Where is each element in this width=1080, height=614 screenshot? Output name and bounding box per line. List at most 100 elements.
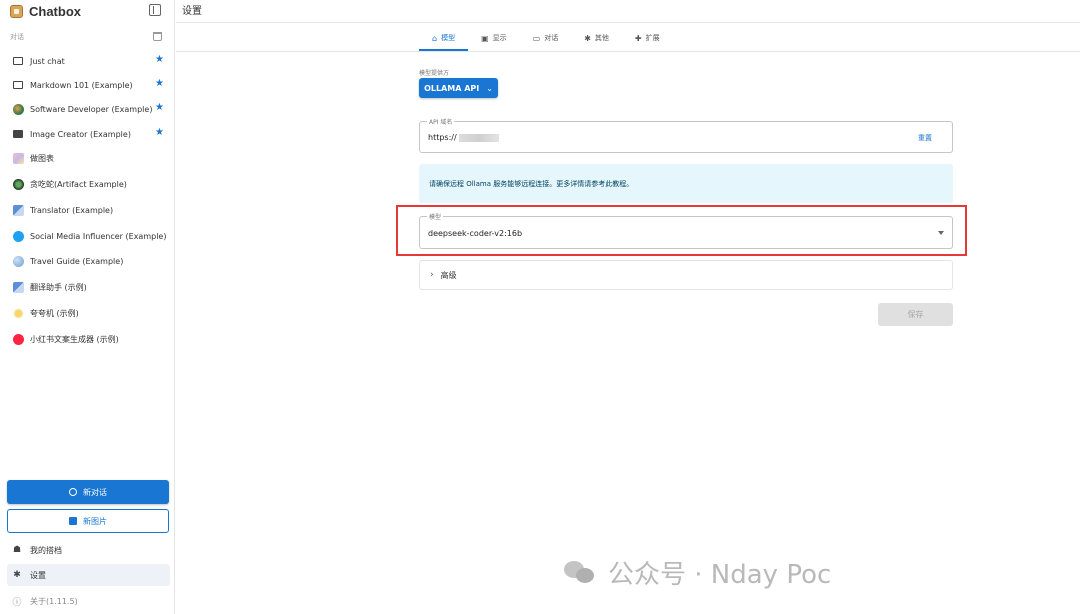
red-highlight-box (396, 205, 967, 256)
provider-label: 模型提供方 (419, 70, 450, 77)
chat-icon: ▭ (532, 33, 541, 43)
session-item[interactable]: Software Developer (Example) ★ (7, 98, 170, 120)
info-text: 请确保远程 Ollama 服务能够远程连接。更多详情请参考此教程。 (429, 180, 634, 188)
watermark-text: 公众号 · Nday Poc (608, 559, 832, 590)
twitter-avatar-icon (12, 230, 24, 242)
tab-model[interactable]: ⌂ 模型 (419, 25, 469, 51)
app-name: Chatbox (29, 3, 81, 19)
snake-avatar-icon (12, 178, 24, 190)
settings-label: 设置 (30, 570, 46, 580)
chat-bubble-icon (12, 79, 24, 91)
advanced-section[interactable]: › 高级 (419, 260, 953, 290)
session-label: 贪吃蛇(Artifact Example) (30, 179, 127, 189)
tab-label: 模型 (441, 34, 456, 42)
praise-avatar-icon (12, 307, 24, 319)
session-label: 翻译助手 (示例) (30, 282, 87, 292)
translator-avatar-icon (12, 281, 24, 293)
model-icon: ⌂ (432, 33, 438, 43)
settings-item[interactable]: ✱ 设置 (7, 564, 170, 586)
star-icon[interactable]: ★ (155, 128, 164, 138)
session-label: Social Media Influencer (Example) (30, 231, 167, 241)
tab-label: 对话 (544, 34, 559, 42)
wechat-icon (564, 559, 596, 585)
gear-icon: ✱ (584, 33, 591, 43)
session-label: Translator (Example) (30, 205, 114, 215)
tab-extension[interactable]: ✚ 扩展 (622, 25, 673, 51)
sidebar: Chatbox 对话 Just chat ★ Markdown 101 (Exa… (0, 0, 175, 614)
my-copilots-item[interactable]: ☗ 我的搭档 (7, 539, 170, 561)
trash-icon[interactable] (153, 32, 162, 41)
provider-value: OLLAMA API (424, 83, 480, 93)
tab-display[interactable]: ▣ 显示 (468, 25, 520, 51)
session-item[interactable]: Social Media Influencer (Example) (7, 225, 170, 247)
about-label: 关于(1.11.5) (30, 596, 78, 606)
sessions-section-label: 对话 (10, 33, 24, 41)
settings-tabs: ⌂ 模型 ▣ 显示 ▭ 对话 ✱ 其他 ✚ 扩展 (419, 25, 673, 51)
new-image-button[interactable]: 新图片 (7, 509, 169, 533)
api-host-input[interactable]: https:// (428, 133, 499, 142)
api-host-value: https:// (428, 133, 457, 142)
session-label: Markdown 101 (Example) (30, 80, 133, 90)
plus-circle-icon (69, 488, 77, 496)
session-item[interactable]: Travel Guide (Example) (7, 250, 170, 272)
page-title: 设置 (182, 6, 202, 17)
tabs-divider (176, 51, 1080, 52)
session-item[interactable]: Image Creator (Example) ★ (7, 123, 170, 145)
display-icon: ▣ (481, 33, 489, 43)
header-divider (176, 22, 1080, 23)
image-add-icon (69, 517, 77, 525)
api-host-field[interactable]: API 域名 https:// 重置 (419, 117, 953, 153)
star-icon[interactable]: ★ (155, 79, 164, 89)
session-label: 做图表 (30, 153, 54, 163)
new-chat-label: 新对话 (83, 487, 107, 497)
session-item[interactable]: Translator (Example) (7, 199, 170, 221)
session-label: Just chat (30, 56, 65, 66)
developer-avatar-icon (12, 103, 24, 115)
brand: Chatbox (10, 3, 81, 19)
tab-other[interactable]: ✱ 其他 (571, 25, 622, 51)
chevron-right-icon: › (430, 270, 434, 280)
session-item[interactable]: 翻译助手 (示例) (7, 276, 170, 298)
chatbox-logo-icon (10, 4, 23, 18)
star-icon[interactable]: ★ (155, 55, 164, 65)
collapse-sidebar-icon[interactable] (149, 4, 161, 16)
about-item[interactable]: ⓘ 关于(1.11.5) (7, 590, 170, 612)
copilot-icon: ☗ (12, 545, 22, 555)
tab-label: 扩展 (645, 34, 660, 42)
session-item[interactable]: 夸夸机 (示例) (7, 302, 170, 324)
provider-select-button[interactable]: OLLAMA API ⌄ (419, 78, 498, 98)
info-alert: 请确保远程 Ollama 服务能够远程连接。更多详情请参考此教程。 (419, 164, 953, 203)
redacted-blur (458, 133, 499, 142)
session-item[interactable]: 做图表 (7, 147, 170, 169)
puzzle-icon: ✚ (634, 33, 642, 43)
session-label: 夸夸机 (示例) (30, 308, 79, 318)
star-icon[interactable]: ★ (155, 103, 164, 113)
session-item[interactable]: 贪吃蛇(Artifact Example) (7, 173, 170, 195)
translator-avatar-icon (12, 204, 24, 216)
session-label: Software Developer (Example) (30, 104, 153, 114)
new-image-label: 新图片 (83, 516, 107, 526)
session-label: Image Creator (Example) (30, 129, 131, 139)
session-item[interactable]: 小红书文案生成器 (示例) (7, 328, 170, 350)
session-label: 小红书文案生成器 (示例) (30, 334, 119, 344)
reset-button[interactable]: 重置 (918, 133, 932, 143)
tab-label: 其他 (594, 34, 609, 42)
chevron-down-icon: ⌄ (486, 83, 493, 93)
settings-panel: 设置 ⌂ 模型 ▣ 显示 ▭ 对话 ✱ 其他 ✚ 扩展 模型提供方 OLLAMA… (176, 0, 1080, 614)
globe-avatar-icon (12, 255, 24, 267)
info-icon: ⓘ (12, 597, 22, 608)
session-label: Travel Guide (Example) (30, 256, 124, 266)
api-host-label: API 域名 (427, 117, 455, 126)
session-item[interactable]: Just chat ★ (7, 50, 170, 72)
gear-icon: ✱ (13, 570, 21, 580)
save-button[interactable]: 保存 (878, 303, 953, 326)
tab-chat[interactable]: ▭ 对话 (520, 25, 572, 51)
session-item[interactable]: Markdown 101 (Example) ★ (7, 74, 170, 96)
tab-label: 显示 (492, 34, 507, 42)
advanced-label: 高级 (440, 270, 457, 280)
image-icon (12, 128, 24, 140)
watermark: 公众号 · Nday Poc (564, 552, 831, 592)
chart-avatar-icon (12, 152, 24, 164)
new-chat-button[interactable]: 新对话 (7, 480, 169, 504)
xiaohongshu-avatar-icon (12, 333, 24, 345)
